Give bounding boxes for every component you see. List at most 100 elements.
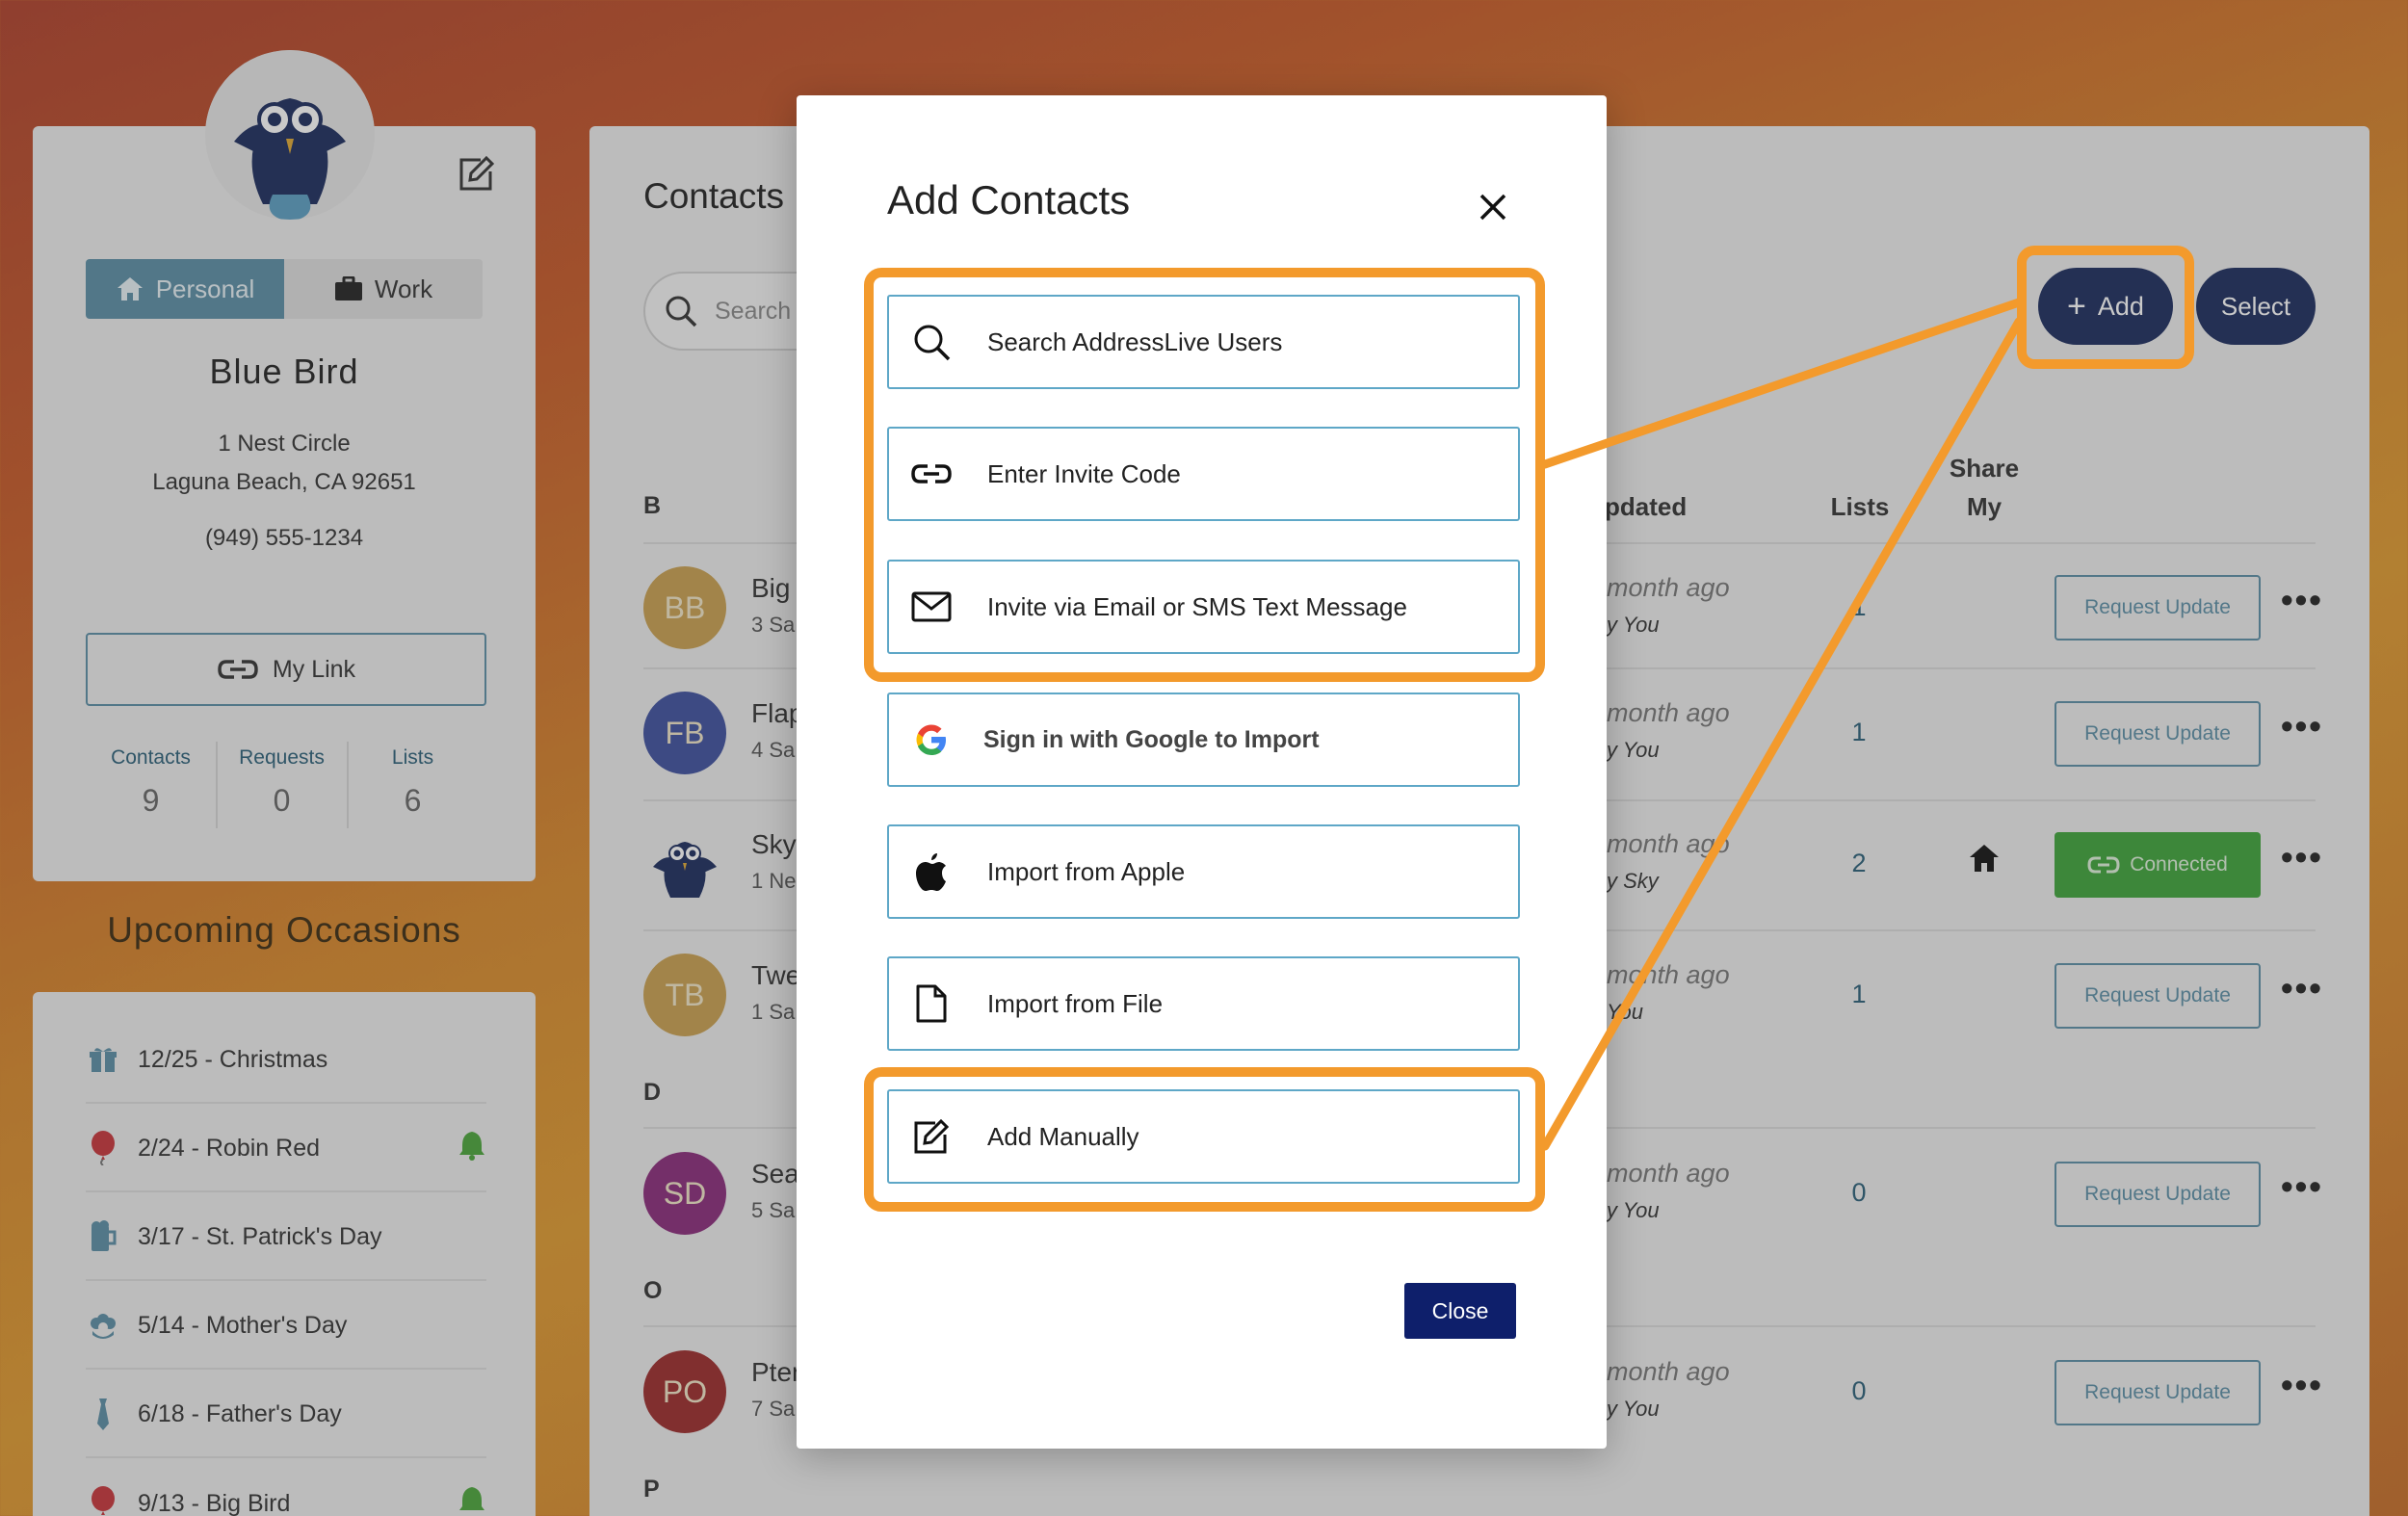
connected-button[interactable]: Connected	[2055, 832, 2261, 898]
contact-address: 1 Sa	[751, 1000, 796, 1024]
gift-icon	[86, 1042, 120, 1077]
contact-name[interactable]: Pter	[751, 1357, 800, 1388]
occasion-item[interactable]: 12/25 - Christmas	[86, 1017, 486, 1104]
contact-lists-count: 1	[1851, 592, 1867, 621]
option-label: Import from Apple	[987, 856, 1186, 886]
more-options-icon[interactable]: •••	[2281, 580, 2323, 620]
option-apple-import[interactable]: Import from Apple	[887, 824, 1520, 919]
contact-address: 3 Sa	[751, 613, 796, 637]
option-label: Enter Invite Code	[987, 458, 1181, 488]
occasion-item[interactable]: 2/24 - Robin Red	[86, 1106, 486, 1192]
occasion-label: 9/13 - Big Bird	[138, 1489, 291, 1516]
tab-work[interactable]: Work	[284, 259, 483, 319]
occasion-item[interactable]: 9/13 - Big Bird	[86, 1460, 486, 1516]
my-link-button[interactable]: My Link	[86, 633, 486, 706]
beer-icon	[86, 1219, 120, 1254]
occasion-label: 3/17 - St. Patrick's Day	[138, 1222, 382, 1250]
stat-requests-label: Requests	[239, 746, 325, 769]
contact-lists-count: 0	[1851, 1376, 1867, 1405]
balloon-icon	[86, 1486, 120, 1516]
close-button[interactable]: Close	[1404, 1283, 1516, 1339]
stat-lists-value: 6	[404, 783, 422, 818]
option-invite-code[interactable]: Enter Invite Code	[887, 427, 1520, 521]
column-updated[interactable]: pdated	[1605, 492, 1687, 522]
contact-avatar[interactable]: TB	[643, 954, 726, 1036]
contact-name[interactable]: Sky	[751, 829, 797, 860]
shared-home-icon	[1968, 843, 2001, 878]
contact-avatar[interactable]: PO	[643, 1350, 726, 1433]
edit-profile-icon[interactable]	[458, 154, 496, 193]
my-link-label: My Link	[272, 655, 356, 683]
contact-updated: month ago	[1607, 1357, 1730, 1386]
occasion-item[interactable]: 3/17 - St. Patrick's Day	[86, 1194, 486, 1281]
search-icon	[910, 321, 953, 363]
option-label: Sign in with Google to Import	[983, 725, 1320, 753]
stat-lists-label: Lists	[391, 746, 434, 769]
contact-lists-count: 1	[1851, 718, 1867, 746]
profile-name: Blue Bird	[209, 352, 359, 391]
select-button[interactable]: Select	[2196, 268, 2316, 345]
apple-icon	[910, 850, 953, 893]
contact-updated-by: y You	[1607, 613, 1660, 637]
occasion-label: 2/24 - Robin Red	[138, 1134, 321, 1162]
profile-address-line1: 1 Nest Circle	[218, 431, 351, 457]
contact-name[interactable]: Twe	[751, 960, 800, 991]
contact-lists-count: 0	[1851, 1178, 1867, 1207]
section-letter: D	[643, 1079, 662, 1106]
contact-address: 1 Ne	[751, 869, 797, 893]
contact-avatar[interactable]: BB	[643, 566, 726, 649]
more-options-icon[interactable]: •••	[2281, 968, 2323, 1008]
flower-icon	[86, 1308, 120, 1343]
contact-updated: month ago	[1607, 1159, 1730, 1188]
request-update-button[interactable]: Request Update	[2055, 701, 2261, 767]
contact-lists-count: 2	[1851, 849, 1867, 877]
stat-requests[interactable]: Requests 0	[217, 746, 347, 819]
profile-avatar[interactable]	[205, 50, 375, 220]
option-file-import[interactable]: Import from File	[887, 956, 1520, 1051]
contact-avatar[interactable]: FB	[643, 692, 726, 774]
section-letter: B	[643, 492, 662, 519]
contact-name[interactable]: Big	[751, 573, 790, 604]
add-button-label: Add	[2097, 291, 2144, 321]
occasion-item[interactable]: 5/14 - Mother's Day	[86, 1283, 486, 1370]
request-update-button[interactable]: Request Update	[2055, 1162, 2261, 1227]
edit-icon	[910, 1115, 953, 1158]
link-icon	[2087, 856, 2120, 874]
close-icon[interactable]	[1474, 188, 1512, 226]
more-options-icon[interactable]: •••	[2281, 1166, 2323, 1207]
google-icon	[910, 719, 953, 761]
bell-icon[interactable]	[458, 1485, 486, 1516]
contact-updated-by: y You	[1607, 738, 1660, 762]
bell-icon[interactable]	[458, 1130, 486, 1167]
contact-address: 4 Sa	[751, 738, 796, 762]
option-search-users[interactable]: Search AddressLive Users	[887, 295, 1520, 389]
contact-avatar[interactable]	[643, 821, 726, 903]
option-add-manually[interactable]: Add Manually	[887, 1089, 1520, 1184]
section-letter: P	[643, 1476, 660, 1503]
option-label: Add Manually	[987, 1121, 1139, 1151]
contact-address: 7 Sa	[751, 1397, 796, 1421]
home-icon	[117, 277, 143, 301]
option-google-import[interactable]: Sign in with Google to Import	[887, 693, 1520, 787]
column-lists[interactable]: Lists	[1826, 492, 1894, 522]
option-invite-email-sms[interactable]: Invite via Email or SMS Text Message	[887, 560, 1520, 654]
more-options-icon[interactable]: •••	[2281, 837, 2323, 877]
occasion-item[interactable]: 6/18 - Father's Day	[86, 1372, 486, 1458]
tab-personal[interactable]: Personal	[86, 259, 284, 319]
option-label: Search AddressLive Users	[987, 327, 1283, 356]
more-options-icon[interactable]: •••	[2281, 706, 2323, 746]
add-contact-button[interactable]: + Add	[2038, 268, 2173, 345]
request-update-button[interactable]: Request Update	[2055, 1360, 2261, 1425]
profile-phone: (949) 555-1234	[204, 525, 364, 551]
more-options-icon[interactable]: •••	[2281, 1365, 2323, 1405]
contact-name[interactable]: Sea	[751, 1159, 799, 1189]
contacts-title: Contacts	[643, 176, 785, 216]
tab-work-label: Work	[374, 274, 433, 303]
request-update-button[interactable]: Request Update	[2055, 575, 2261, 640]
stat-lists[interactable]: Lists 6	[348, 746, 478, 819]
option-label: Invite via Email or SMS Text Message	[987, 591, 1407, 621]
request-update-button[interactable]: Request Update	[2055, 963, 2261, 1029]
contact-avatar[interactable]: SD	[643, 1152, 726, 1235]
stat-contacts-value: 9	[142, 783, 160, 818]
stat-contacts[interactable]: Contacts 9	[86, 746, 216, 819]
